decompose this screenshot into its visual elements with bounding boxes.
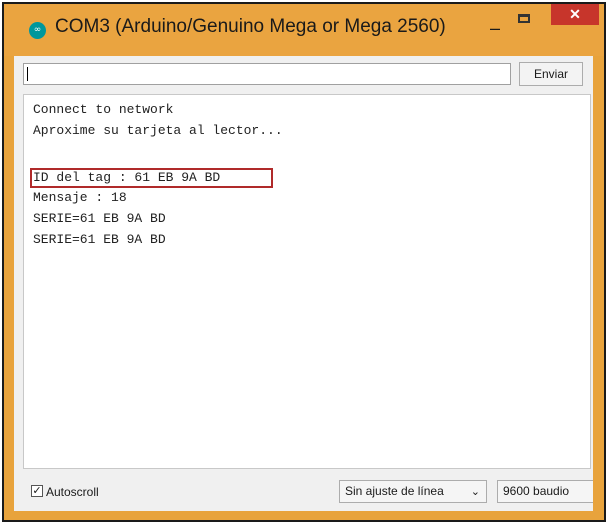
client-area: Enviar Connect to network Aproxime su ta… [14, 56, 593, 511]
status-bar: ✓ Autoscroll Sin ajuste de línea ⌄ 9600 … [14, 473, 593, 511]
serial-monitor-window: ∞ COM3 (Arduino/Genuino Mega or Mega 256… [2, 2, 606, 522]
title-bar[interactable]: ∞ COM3 (Arduino/Genuino Mega or Mega 256… [4, 4, 604, 56]
text-caret [27, 67, 28, 81]
maximize-button[interactable] [514, 11, 536, 33]
output-line: Connect to network [33, 102, 174, 117]
minimize-button[interactable]: – [484, 17, 506, 39]
chevron-down-icon: ⌄ [470, 486, 480, 498]
output-line: SERIE=61 EB 9A BD [33, 211, 166, 226]
send-button[interactable]: Enviar [519, 62, 583, 86]
autoscroll-label: Autoscroll [46, 485, 99, 499]
output-line: Mensaje : 18 [33, 190, 127, 205]
serial-output[interactable]: Connect to network Aproxime su tarjeta a… [23, 94, 591, 469]
window-title: COM3 (Arduino/Genuino Mega or Mega 2560) [55, 16, 446, 37]
baud-rate-value: 9600 baudio [503, 484, 570, 498]
highlight-box [30, 168, 273, 188]
send-input[interactable] [23, 63, 511, 85]
line-ending-select[interactable]: Sin ajuste de línea ⌄ [339, 480, 487, 503]
output-line: SERIE=61 EB 9A BD [33, 232, 166, 247]
output-line: Aproxime su tarjeta al lector... [33, 123, 283, 138]
baud-rate-select[interactable]: 9600 baudio [497, 480, 593, 503]
autoscroll-checkbox[interactable]: ✓ [31, 485, 43, 497]
arduino-icon: ∞ [29, 22, 46, 39]
maximize-icon [518, 14, 530, 23]
line-ending-value: Sin ajuste de línea [345, 484, 444, 498]
close-button[interactable]: ✕ [551, 4, 599, 25]
